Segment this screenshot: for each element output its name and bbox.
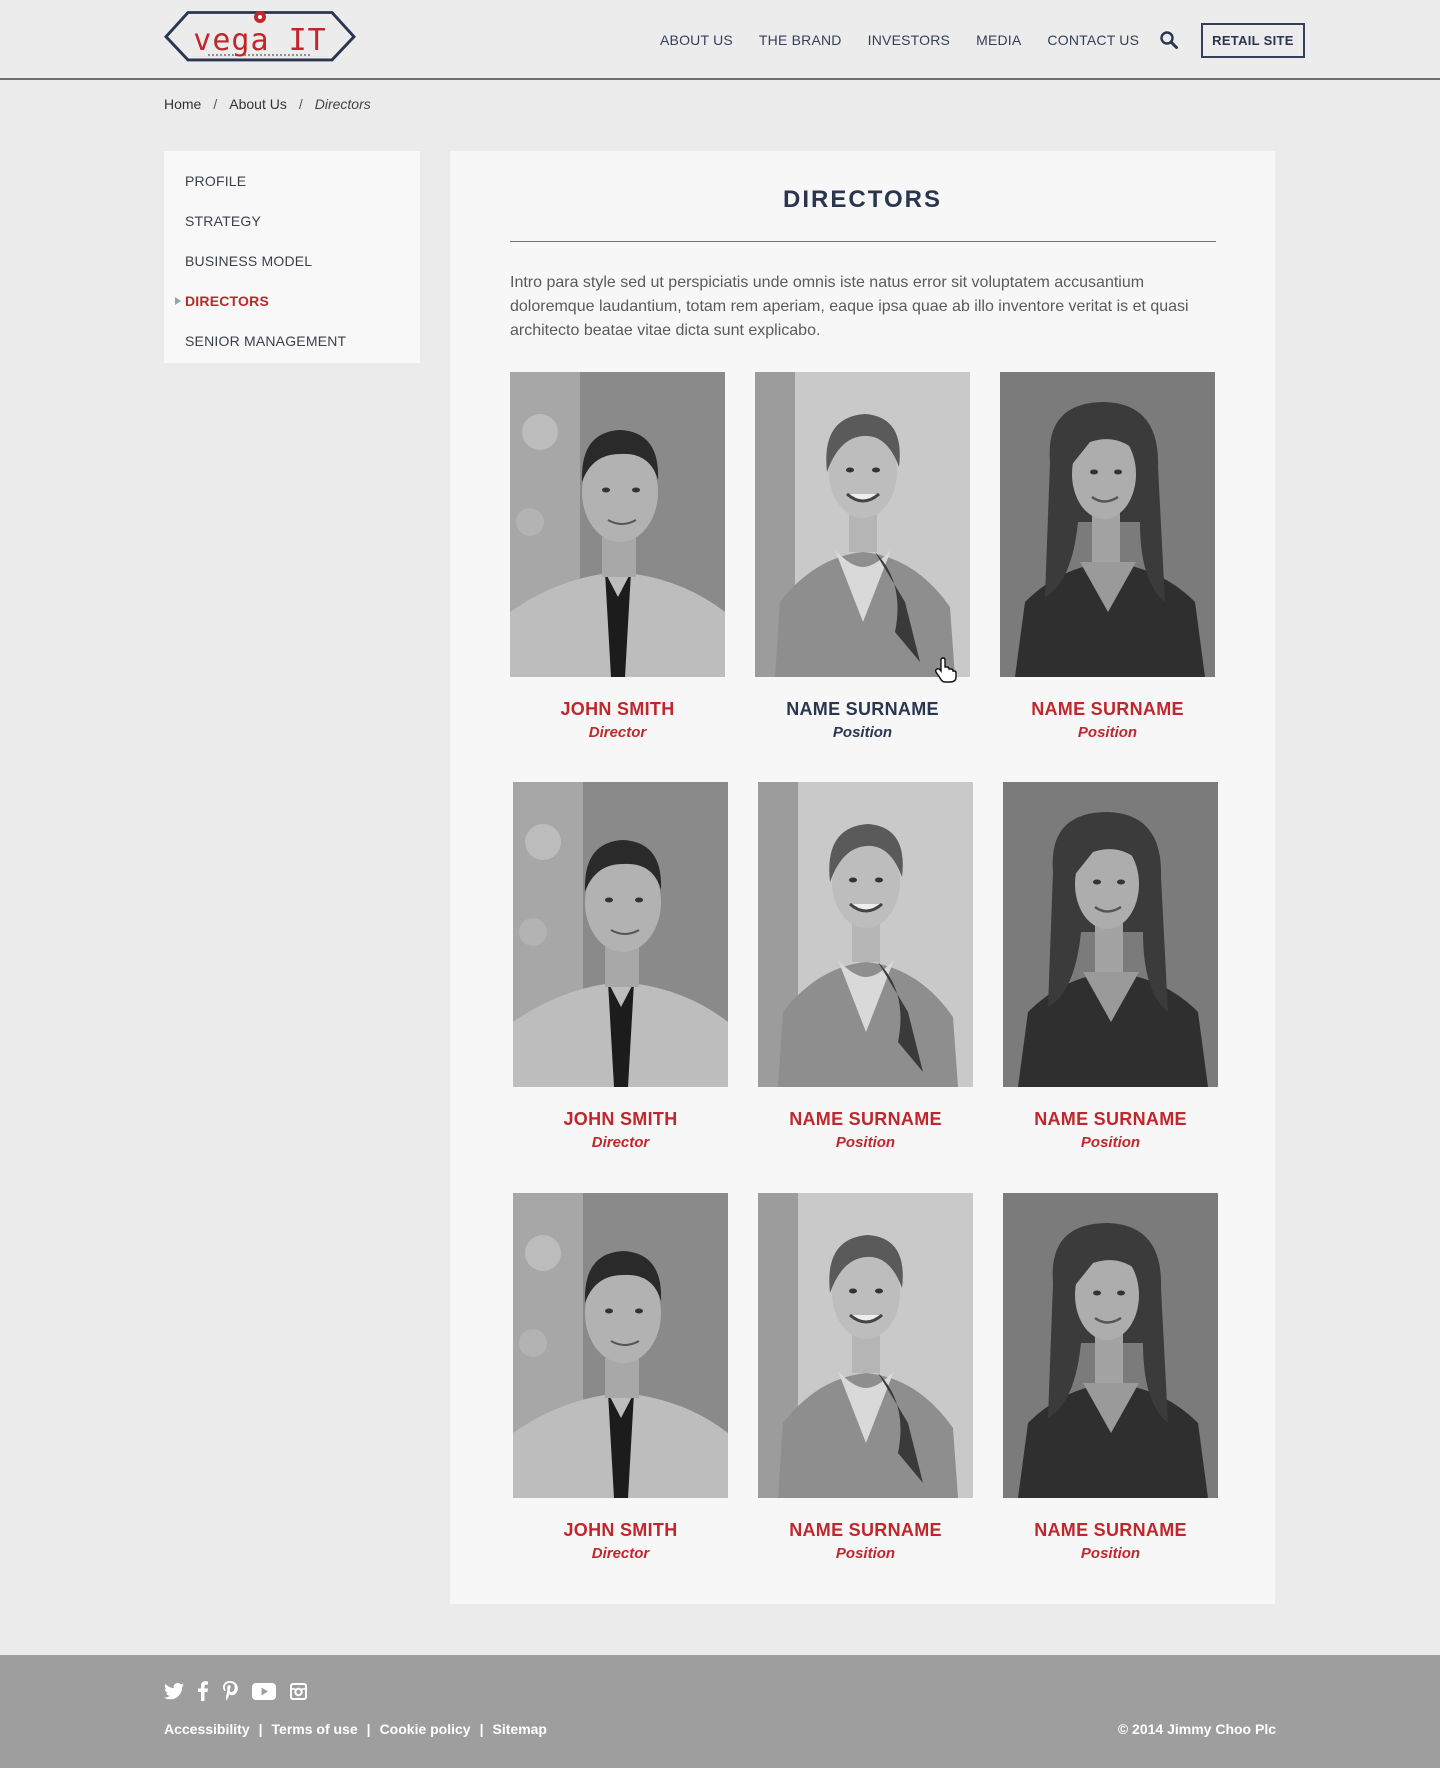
director-position: Position (832, 724, 893, 741)
sidebar-item-label: PROFILE (185, 173, 247, 189)
footer-separator: | (258, 1721, 263, 1737)
active-arrow-icon (175, 297, 181, 305)
director-position: Position (1077, 724, 1138, 741)
director-card[interactable]: NAME SURNAME Position (758, 782, 973, 1151)
site-header: vega IT ABOUT US THE BRAND INVESTORS MED… (0, 0, 1440, 80)
logo-text: vega IT (193, 23, 327, 58)
site-footer: Accessibility | Terms of use | Cookie po… (0, 1655, 1440, 1768)
director-card[interactable]: NAME SURNAME Position (758, 1193, 973, 1562)
breadcrumb-separator: / (298, 96, 303, 112)
pinterest-icon[interactable] (222, 1681, 238, 1706)
director-position: Director (591, 1545, 650, 1562)
director-position: Position (835, 1545, 896, 1562)
director-position: Director (591, 1134, 650, 1151)
director-card[interactable]: JOHN SMITH Director (513, 782, 728, 1151)
breadcrumb: Home / About Us / Directors (164, 96, 371, 112)
director-position: Position (1080, 1134, 1141, 1151)
sidebar-item-directors[interactable]: DIRECTORS (164, 281, 420, 321)
director-photo[interactable] (1000, 372, 1215, 677)
social-links (164, 1681, 307, 1706)
breadcrumb-current: Directors (314, 96, 371, 112)
director-card[interactable]: JOHN SMITH Director (513, 1193, 728, 1562)
footer-separator: | (366, 1721, 371, 1737)
nav-contact-us[interactable]: CONTACT US (1047, 32, 1139, 48)
director-photo[interactable] (758, 1193, 973, 1498)
intro-paragraph: Intro para style sed ut perspiciatis und… (510, 274, 1189, 339)
breadcrumb-home[interactable]: Home (164, 96, 201, 112)
nav-investors[interactable]: INVESTORS (868, 32, 950, 48)
copyright: © 2014 Jimmy Choo Plc (1117, 1721, 1276, 1737)
sidebar-item-business-model[interactable]: BUSINESS MODEL (164, 241, 420, 281)
sidebar-item-strategy[interactable]: STRATEGY (164, 201, 420, 241)
footer-separator: | (479, 1721, 484, 1737)
director-name[interactable]: JOHN SMITH (513, 1520, 728, 1541)
director-card[interactable]: NAME SURNAME Position (755, 372, 970, 741)
facebook-icon[interactable] (198, 1681, 208, 1706)
director-position: Director (588, 724, 647, 741)
retail-site-button[interactable]: RETAIL SITE (1201, 22, 1305, 58)
director-photo[interactable] (758, 782, 973, 1087)
director-name[interactable]: JOHN SMITH (510, 699, 725, 720)
main-nav: ABOUT US THE BRAND INVESTORS MEDIA CONTA… (660, 0, 1305, 80)
director-card[interactable]: NAME SURNAME Position (1003, 782, 1218, 1151)
footer-links: Accessibility | Terms of use | Cookie po… (164, 1721, 547, 1737)
director-name[interactable]: NAME SURNAME (1003, 1109, 1218, 1130)
page-title: DIRECTORS (783, 186, 942, 213)
director-photo[interactable] (510, 372, 725, 677)
director-photo[interactable] (755, 372, 970, 677)
sidebar-item-profile[interactable]: PROFILE (164, 161, 420, 201)
nav-media[interactable]: MEDIA (976, 32, 1021, 48)
instagram-icon[interactable] (290, 1682, 307, 1705)
footer-link-terms[interactable]: Terms of use (272, 1721, 358, 1737)
director-card[interactable]: NAME SURNAME Position (1000, 372, 1215, 741)
sidebar-item-label: DIRECTORS (185, 293, 269, 309)
director-card[interactable]: NAME SURNAME Position (1003, 1193, 1218, 1562)
director-name[interactable]: NAME SURNAME (758, 1520, 973, 1541)
sidebar-item-senior-management[interactable]: SENIOR MANAGEMENT (164, 321, 420, 361)
director-card[interactable]: JOHN SMITH Director (510, 372, 725, 741)
footer-link-sitemap[interactable]: Sitemap (493, 1721, 547, 1737)
director-photo[interactable] (513, 1193, 728, 1498)
breadcrumb-separator: / (213, 96, 218, 112)
director-photo[interactable] (1003, 1193, 1218, 1498)
director-name[interactable]: NAME SURNAME (1003, 1520, 1218, 1541)
director-position: Position (835, 1134, 896, 1151)
director-name[interactable]: NAME SURNAME (1000, 699, 1215, 720)
director-name[interactable]: JOHN SMITH (513, 1109, 728, 1130)
director-name[interactable]: NAME SURNAME (755, 699, 970, 720)
nav-the-brand[interactable]: THE BRAND (759, 32, 842, 48)
director-position: Position (1080, 1545, 1141, 1562)
youtube-icon[interactable] (252, 1682, 276, 1705)
sidebar-item-label: STRATEGY (185, 213, 262, 229)
footer-link-cookie-policy[interactable]: Cookie policy (380, 1721, 471, 1737)
content-panel: DIRECTORS Intro para style sed ut perspi… (450, 151, 1275, 1604)
sidebar-nav: PROFILE STRATEGY BUSINESS MODEL DIRECTOR… (164, 151, 420, 363)
title-divider (510, 241, 1216, 242)
logo[interactable]: vega IT (164, 9, 356, 67)
sidebar-item-label: SENIOR MANAGEMENT (185, 333, 347, 349)
search-icon[interactable] (1159, 30, 1179, 50)
nav-about-us[interactable]: ABOUT US (660, 32, 733, 48)
twitter-icon[interactable] (164, 1682, 184, 1705)
breadcrumb-about-us[interactable]: About Us (229, 96, 287, 112)
director-name[interactable]: NAME SURNAME (758, 1109, 973, 1130)
director-photo[interactable] (1003, 782, 1218, 1087)
hand-cursor-icon (935, 657, 957, 683)
footer-link-accessibility[interactable]: Accessibility (164, 1721, 250, 1737)
sidebar-item-label: BUSINESS MODEL (185, 253, 313, 269)
director-photo[interactable] (513, 782, 728, 1087)
